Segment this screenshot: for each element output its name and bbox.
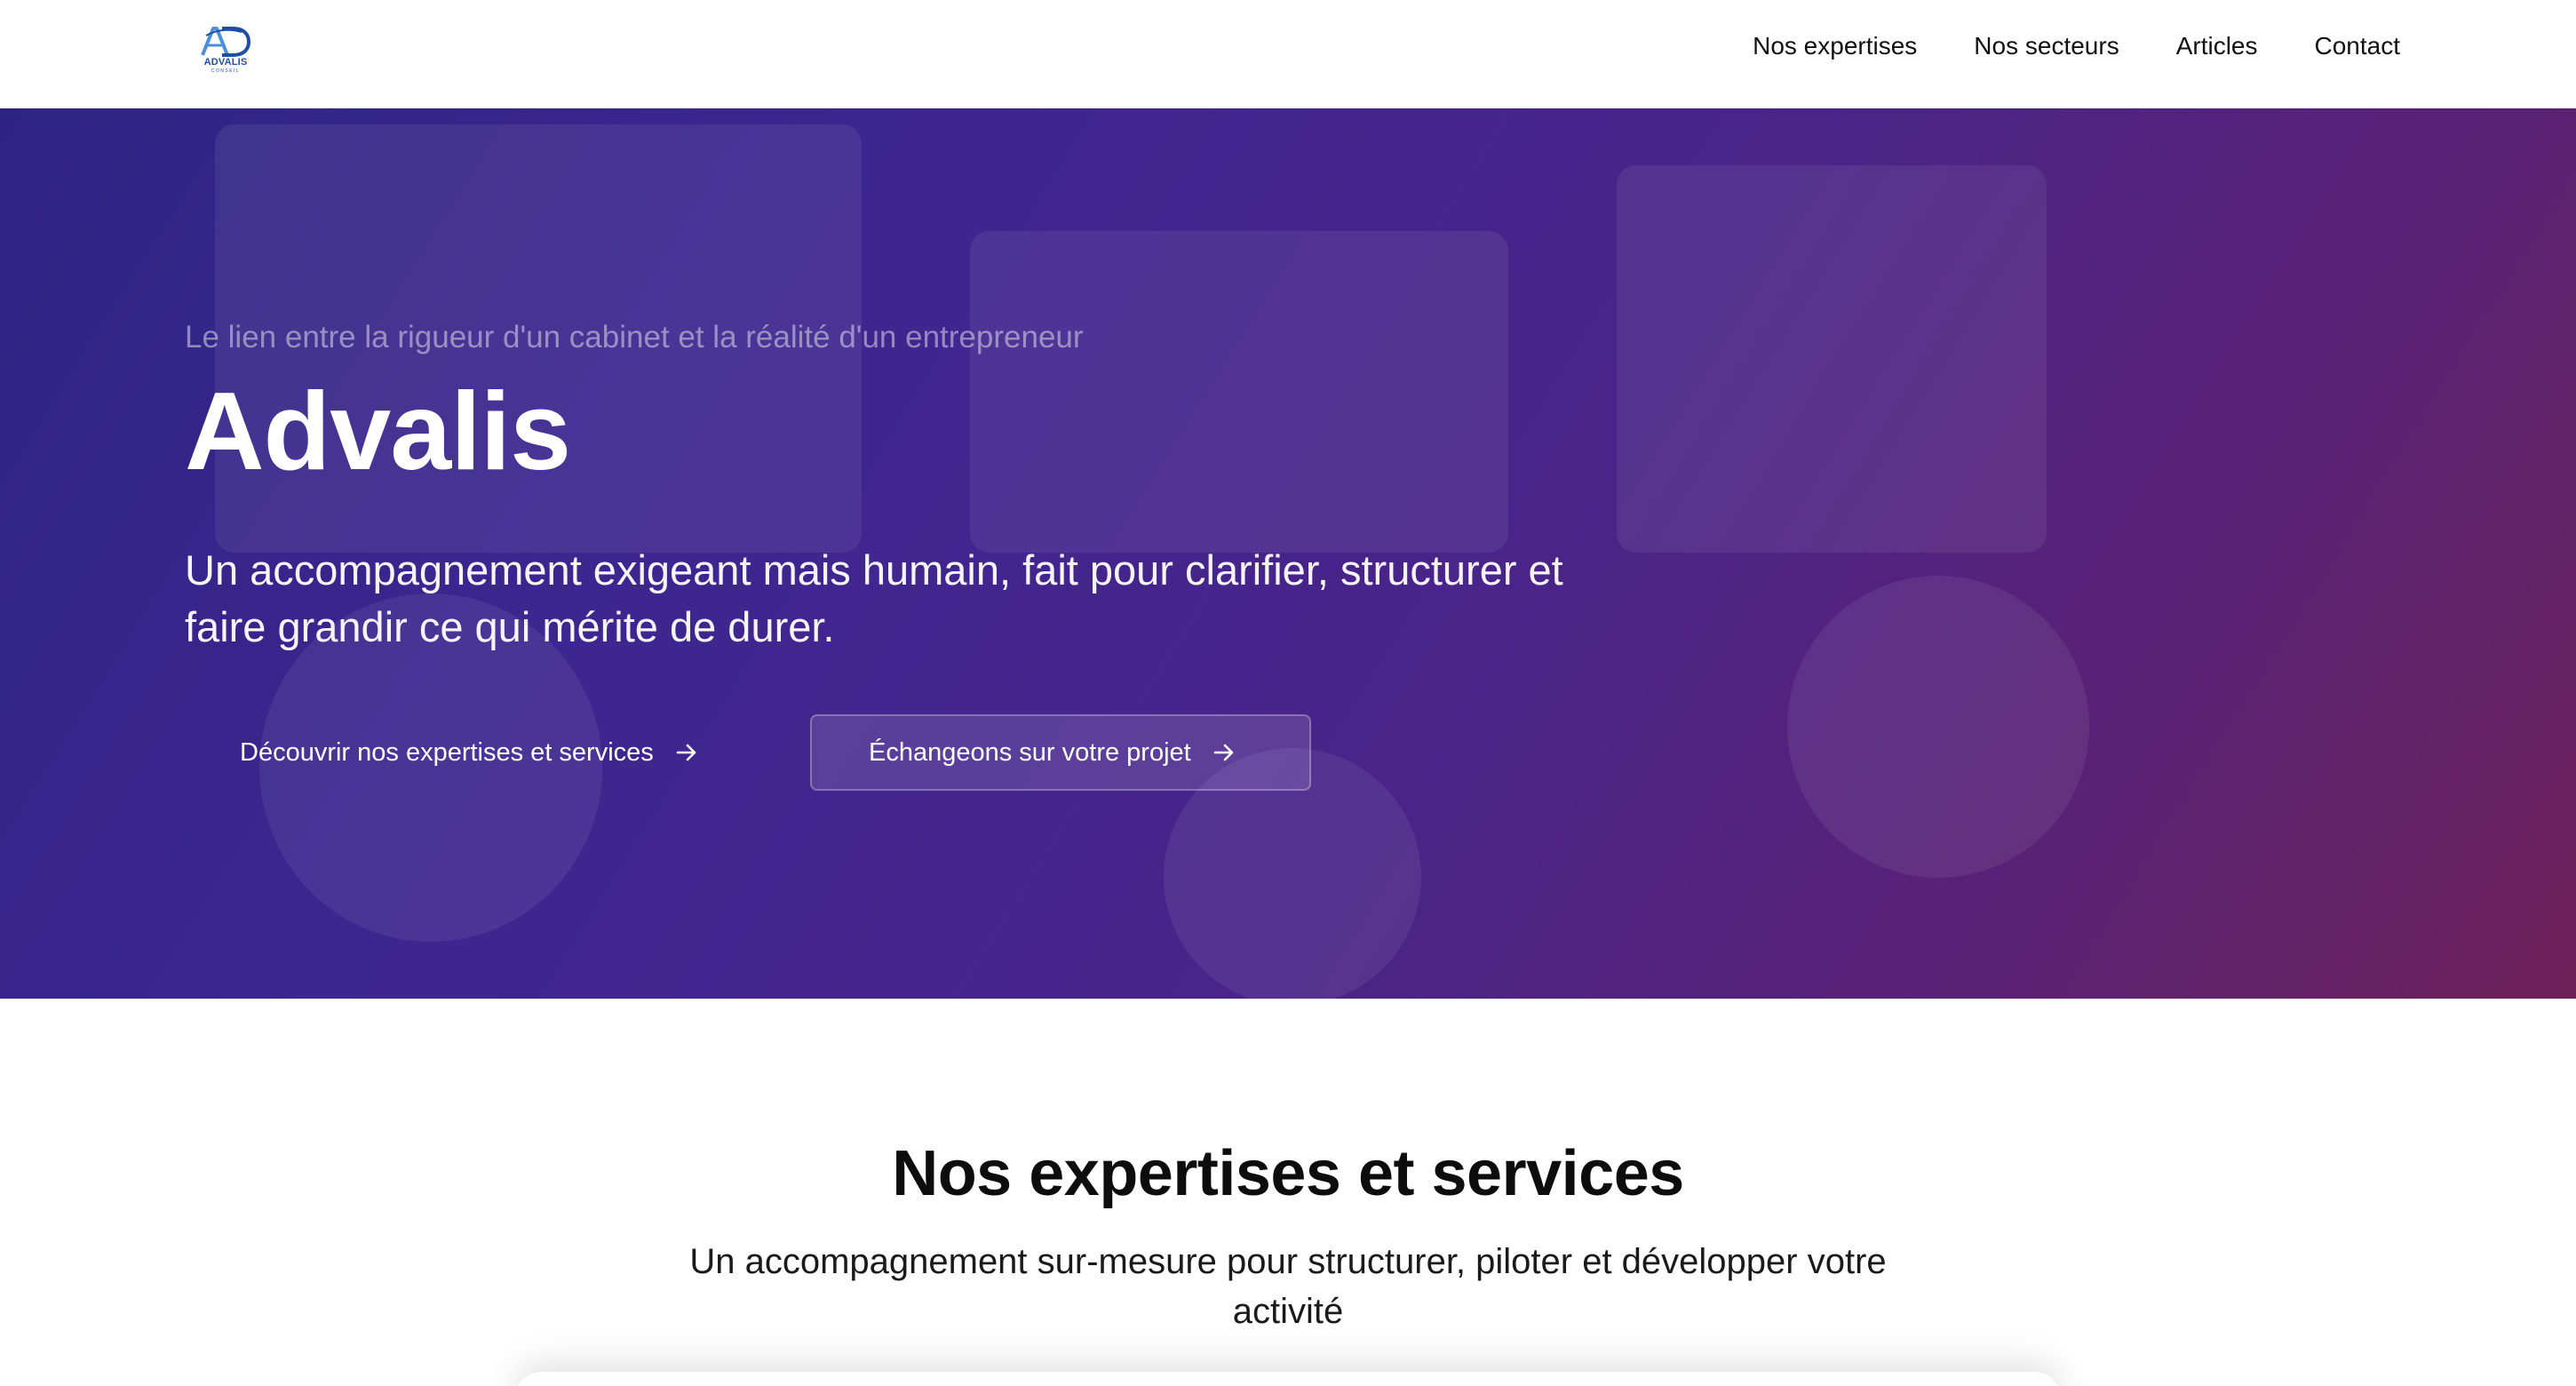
services-subtitle: Un accompagnement sur-mesure pour struct…: [689, 1242, 1887, 1331]
discuss-project-label: Échangeons sur votre projet: [869, 737, 1191, 767]
main-nav: Nos expertises Nos secteurs Articles Con…: [1753, 32, 2400, 60]
hero-tagline: Le lien entre la rigueur d'un cabinet et…: [185, 320, 1084, 354]
arrow-right-icon: [1213, 744, 1234, 761]
services-title: Nos expertises et services: [892, 1138, 1684, 1209]
nav-item-nos-secteurs[interactable]: Nos secteurs: [1974, 32, 2119, 60]
decorative-rect-2: [970, 231, 1508, 553]
discuss-project-button[interactable]: Échangeons sur votre projet: [810, 714, 1311, 791]
hero-subtitle: Un accompagnement exigeant mais humain, …: [185, 546, 1563, 650]
logo-name: ADVALIS: [203, 57, 248, 68]
services-card-top: [515, 1372, 2061, 1386]
advalis-logo[interactable]: ADVALIS CONSEIL: [195, 23, 256, 76]
logo-mark-icon: [201, 27, 251, 57]
nav-item-articles[interactable]: Articles: [2176, 32, 2258, 60]
hero-section: Le lien entre la rigueur d'un cabinet et…: [0, 108, 2576, 999]
discover-expertises-button[interactable]: Découvrir nos expertises et services: [240, 714, 700, 791]
decorative-circle-3: [1787, 576, 2089, 878]
hero-title: Advalis: [185, 370, 571, 493]
logo-subtitle: CONSEIL: [211, 68, 241, 74]
nav-item-nos-expertises[interactable]: Nos expertises: [1753, 32, 1917, 60]
services-section: Nos expertises et services Un accompagne…: [0, 999, 2576, 1386]
nav-item-contact[interactable]: Contact: [2315, 32, 2401, 60]
site-header: ADVALIS CONSEIL Nos expertises Nos secte…: [0, 0, 2576, 108]
arrow-right-icon: [676, 744, 696, 761]
decorative-rect-3: [1617, 165, 2047, 553]
discover-expertises-label: Découvrir nos expertises et services: [240, 737, 654, 767]
